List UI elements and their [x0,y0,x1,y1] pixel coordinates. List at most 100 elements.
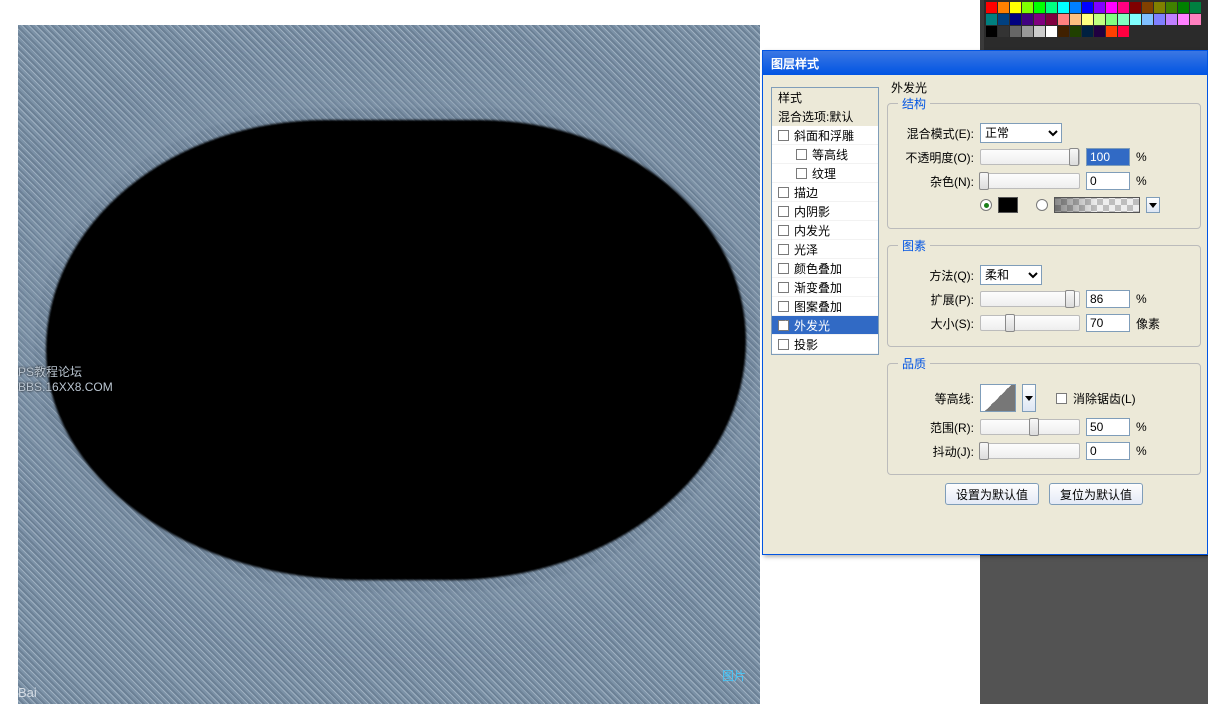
style-item-0[interactable]: 斜面和浮雕 [772,126,878,145]
color-swatch[interactable] [1130,14,1141,25]
swatches-panel[interactable] [984,0,1208,50]
color-swatch[interactable] [1142,14,1153,25]
jitter-input[interactable] [1086,442,1130,460]
style-checkbox[interactable] [778,244,789,255]
color-swatch[interactable] [1070,14,1081,25]
style-item-7[interactable]: 颜色叠加 [772,259,878,278]
color-swatch[interactable] [986,14,997,25]
color-swatch[interactable] [1190,14,1201,25]
gradient-radio[interactable] [1036,199,1048,211]
style-item-8[interactable]: 渐变叠加 [772,278,878,297]
style-checkbox[interactable] [778,320,789,331]
color-swatch[interactable] [1034,26,1045,37]
color-swatch[interactable] [1154,14,1165,25]
color-swatch[interactable] [1094,14,1105,25]
style-checkbox[interactable] [796,168,807,179]
color-swatch[interactable] [1094,26,1105,37]
color-swatch[interactable] [1022,2,1033,13]
color-swatch[interactable] [1010,14,1021,25]
color-swatch[interactable] [1166,14,1177,25]
sidebar-header-blend[interactable]: 混合选项:默认 [772,107,878,126]
color-swatch[interactable] [1094,2,1105,13]
color-swatch[interactable] [986,2,997,13]
color-swatch[interactable] [1034,14,1045,25]
color-swatch[interactable] [1118,26,1129,37]
make-default-button[interactable]: 设置为默认值 [945,483,1039,505]
noise-slider[interactable] [980,173,1080,189]
color-swatch[interactable] [998,2,1009,13]
style-item-6[interactable]: 光泽 [772,240,878,259]
color-swatch[interactable] [1058,26,1069,37]
reset-default-button[interactable]: 复位为默认值 [1049,483,1143,505]
style-checkbox[interactable] [778,263,789,274]
color-swatch[interactable] [986,26,997,37]
document-canvas[interactable]: PS教程论坛BBS.16XX8.COM Bai 图片 [18,25,760,704]
style-checkbox[interactable] [778,282,789,293]
size-input[interactable] [1086,314,1130,332]
color-swatch[interactable] [1190,2,1201,13]
color-swatch[interactable] [1034,2,1045,13]
size-slider[interactable] [980,315,1080,331]
range-input[interactable] [1086,418,1130,436]
color-swatch[interactable] [1082,14,1093,25]
style-item-11[interactable]: 投影 [772,335,878,354]
style-checkbox[interactable] [796,149,807,160]
color-swatch[interactable] [1106,2,1117,13]
color-swatch[interactable] [998,26,1009,37]
color-swatch[interactable] [1022,14,1033,25]
contour-picker[interactable] [980,384,1016,412]
antialias-checkbox[interactable] [1056,393,1067,404]
color-swatch[interactable] [1070,26,1081,37]
contour-dropdown-icon[interactable] [1022,384,1036,412]
style-checkbox[interactable] [778,339,789,350]
opacity-input[interactable] [1086,148,1130,166]
glow-color-swatch[interactable] [998,197,1018,213]
color-swatch[interactable] [1130,2,1141,13]
color-swatch[interactable] [1058,2,1069,13]
style-item-10[interactable]: 外发光 [772,316,878,335]
style-checkbox[interactable] [778,206,789,217]
style-item-2[interactable]: 纹理 [772,164,878,183]
spread-slider[interactable] [980,291,1080,307]
color-swatch[interactable] [998,14,1009,25]
color-swatch[interactable] [1178,2,1189,13]
color-swatch[interactable] [1010,26,1021,37]
color-swatch[interactable] [1106,14,1117,25]
color-radio[interactable] [980,199,992,211]
style-checkbox[interactable] [778,225,789,236]
color-swatch[interactable] [1046,2,1057,13]
color-swatch[interactable] [1082,2,1093,13]
color-swatch[interactable] [1010,2,1021,13]
style-item-5[interactable]: 内发光 [772,221,878,240]
color-swatch[interactable] [1106,26,1117,37]
style-item-3[interactable]: 描边 [772,183,878,202]
style-item-9[interactable]: 图案叠加 [772,297,878,316]
color-swatch[interactable] [1046,26,1057,37]
color-swatch[interactable] [1166,2,1177,13]
style-checkbox[interactable] [778,301,789,312]
sidebar-header-styles[interactable]: 样式 [772,88,878,107]
color-swatch[interactable] [1058,14,1069,25]
color-swatch[interactable] [1142,2,1153,13]
noise-input[interactable] [1086,172,1130,190]
style-checkbox[interactable] [778,187,789,198]
range-slider[interactable] [980,419,1080,435]
style-item-4[interactable]: 内阴影 [772,202,878,221]
opacity-slider[interactable] [980,149,1080,165]
color-swatch[interactable] [1118,14,1129,25]
color-swatch[interactable] [1046,14,1057,25]
blend-mode-select[interactable]: 正常 [980,123,1062,143]
spread-input[interactable] [1086,290,1130,308]
style-checkbox[interactable] [778,130,789,141]
dialog-titlebar[interactable]: 图层样式 [763,51,1207,75]
color-swatch[interactable] [1178,14,1189,25]
gradient-dropdown-icon[interactable] [1146,197,1160,213]
color-swatch[interactable] [1070,2,1081,13]
color-swatch[interactable] [1118,2,1129,13]
color-swatch[interactable] [1022,26,1033,37]
style-item-1[interactable]: 等高线 [772,145,878,164]
glow-gradient[interactable] [1054,197,1140,213]
color-swatch[interactable] [1154,2,1165,13]
technique-select[interactable]: 柔和 [980,265,1042,285]
jitter-slider[interactable] [980,443,1080,459]
